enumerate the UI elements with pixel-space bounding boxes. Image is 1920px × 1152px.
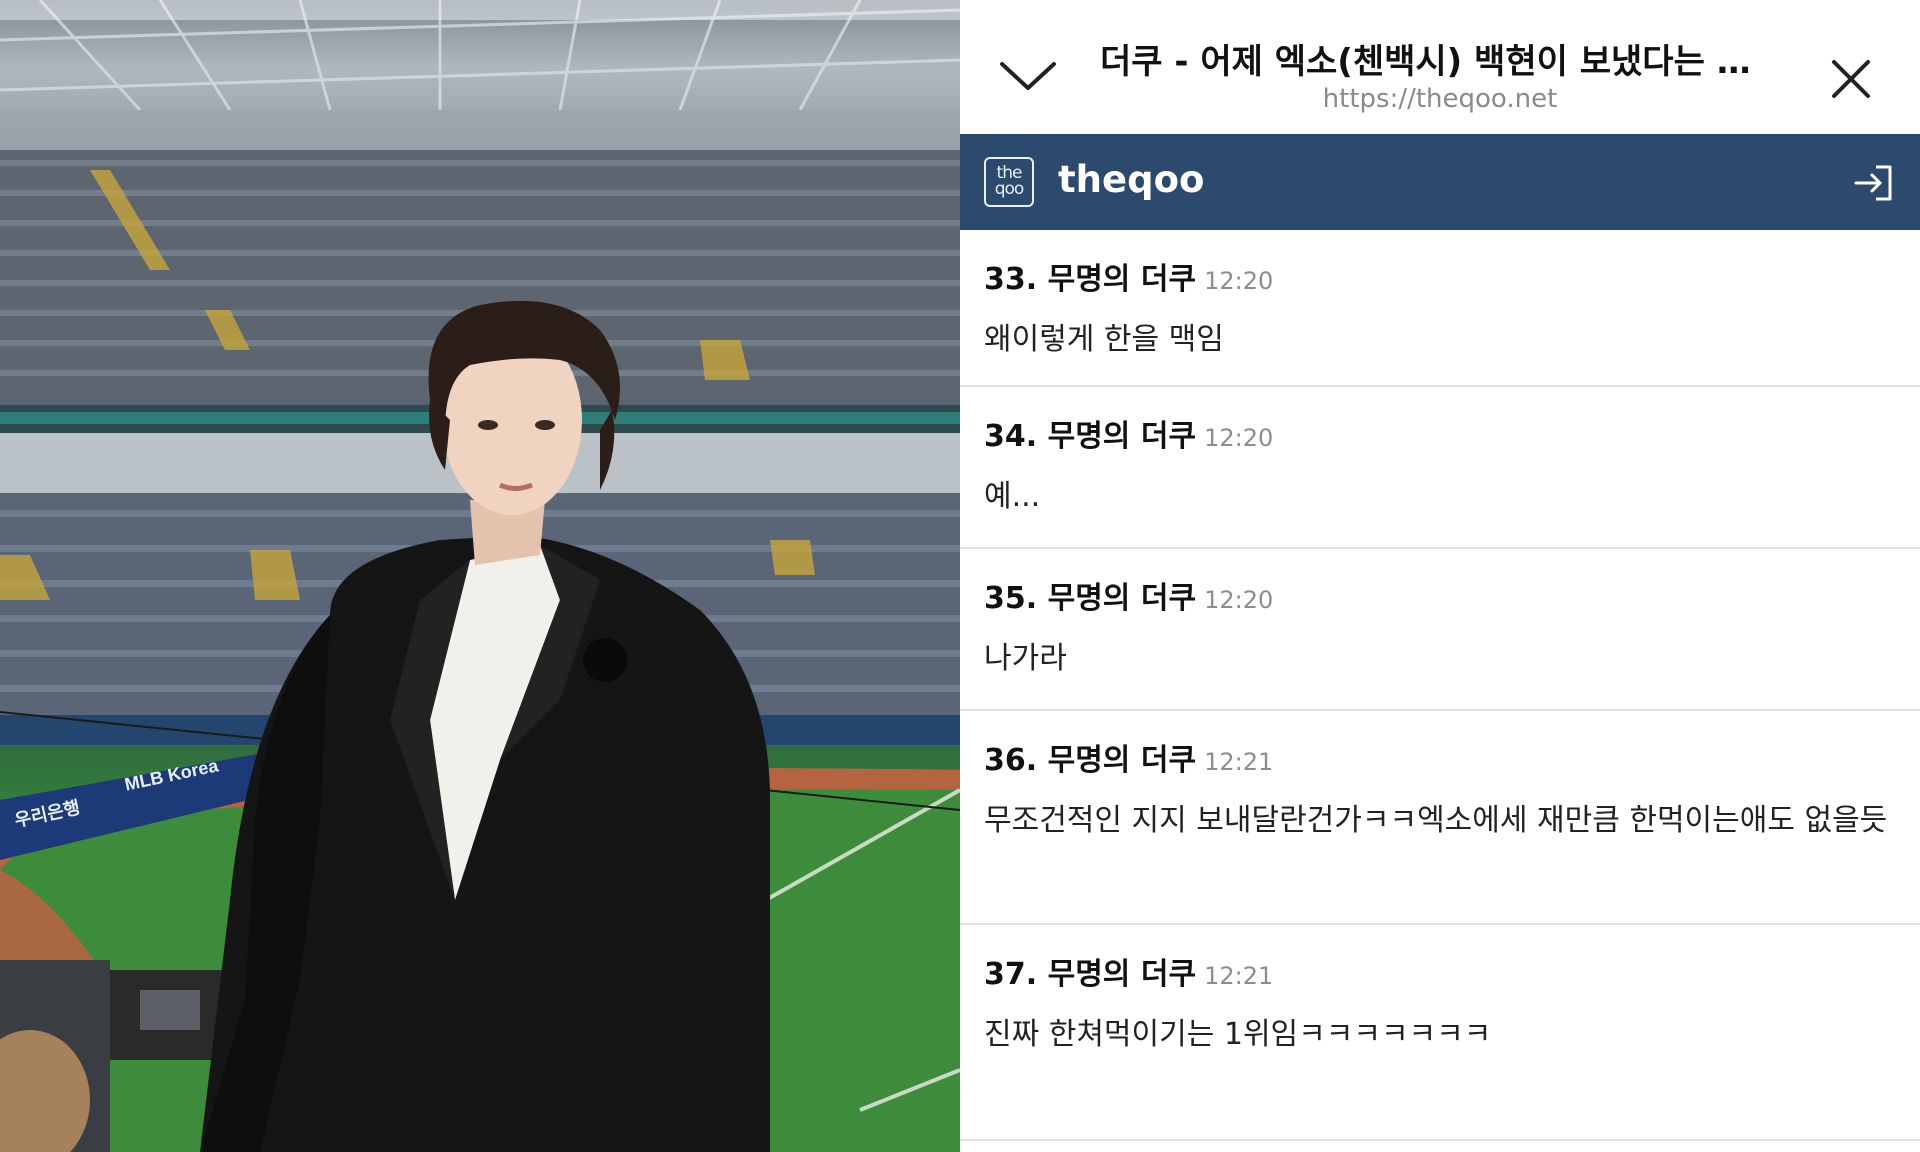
comment-header: 37. 무명의 더쿠 12:21 <box>984 949 1896 993</box>
comment-time: 12:21 <box>1204 962 1274 990</box>
comment-item[interactable]: 34. 무명의 더쿠 12:20 예... <box>960 387 1920 549</box>
browser-top-bar: 더쿠 - 어제 엑소(첸백시) 백현이 보냈다는 버… https://theq… <box>960 0 1920 134</box>
comment-header: 36. 무명의 더쿠 12:21 <box>984 735 1896 779</box>
comment-number: 35. <box>984 581 1038 616</box>
comment-item[interactable]: 36. 무명의 더쿠 12:21 무조건적인 지지 보내달란건가ㅋㅋ엑소에세 재만… <box>960 711 1920 925</box>
close-icon[interactable] <box>1828 56 1874 102</box>
comment-author: 무명의 더쿠 <box>1047 581 1197 616</box>
comment-author: 무명의 더쿠 <box>1047 262 1197 297</box>
comment-number: 33. <box>984 262 1038 297</box>
comment-number: 37. <box>984 957 1038 992</box>
comment-time: 12:20 <box>1204 267 1274 295</box>
comment-time: 12:21 <box>1204 748 1274 776</box>
comment-header: 33. 무명의 더쿠 12:20 <box>984 254 1896 298</box>
site-header: the qoo theqoo <box>960 134 1920 230</box>
comment-author: 무명의 더쿠 <box>1047 957 1197 992</box>
browser-panel: 더쿠 - 어제 엑소(첸백시) 백현이 보냈다는 버… https://theq… <box>960 0 1920 1152</box>
comment-item[interactable]: 35. 무명의 더쿠 12:20 나가라 <box>960 549 1920 711</box>
comment-header: 34. 무명의 더쿠 12:20 <box>984 411 1896 455</box>
site-name[interactable]: theqoo <box>1058 158 1204 201</box>
comment-time: 12:20 <box>1204 586 1274 614</box>
stadium-photo <box>0 0 960 1152</box>
chevron-down-icon[interactable] <box>998 52 1058 96</box>
site-logo[interactable]: the qoo <box>984 157 1034 207</box>
comment-number: 36. <box>984 743 1038 778</box>
stadium-illustration <box>0 0 960 1152</box>
comment-time: 12:20 <box>1204 424 1274 452</box>
comment-text: 왜이렇게 한을 맥임 <box>984 322 1224 357</box>
comment-text: 예... <box>984 479 1041 514</box>
comment-text: 나가라 <box>984 641 1067 676</box>
comment-author: 무명의 더쿠 <box>1047 419 1197 454</box>
page-title: 더쿠 - 어제 엑소(첸백시) 백현이 보냈다는 버… <box>1100 42 1780 82</box>
comment-item[interactable]: 37. 무명의 더쿠 12:21 진짜 한쳐먹이기는 1위임ㅋㅋㅋㅋㅋㅋㅋ <box>960 925 1920 1141</box>
comment-author: 무명의 더쿠 <box>1047 743 1197 778</box>
comment-number: 34. <box>984 419 1038 454</box>
comment-list: 33. 무명의 더쿠 12:20 왜이렇게 한을 맥임 34. 무명의 더쿠 12:… <box>960 230 1920 1141</box>
login-icon[interactable] <box>1852 161 1896 205</box>
comment-header: 35. 무명의 더쿠 12:20 <box>984 573 1896 617</box>
comment-item[interactable]: 33. 무명의 더쿠 12:20 왜이렇게 한을 맥임 <box>960 230 1920 387</box>
page-url: https://theqoo.net <box>1322 84 1558 114</box>
comment-text: 무조건적인 지지 보내달란건가ㅋㅋ엑소에세 재만큼 한먹이는애도 없을듯 <box>984 803 1888 838</box>
comment-text: 진짜 한쳐먹이기는 1위임ㅋㅋㅋㅋㅋㅋㅋ <box>984 1017 1492 1052</box>
